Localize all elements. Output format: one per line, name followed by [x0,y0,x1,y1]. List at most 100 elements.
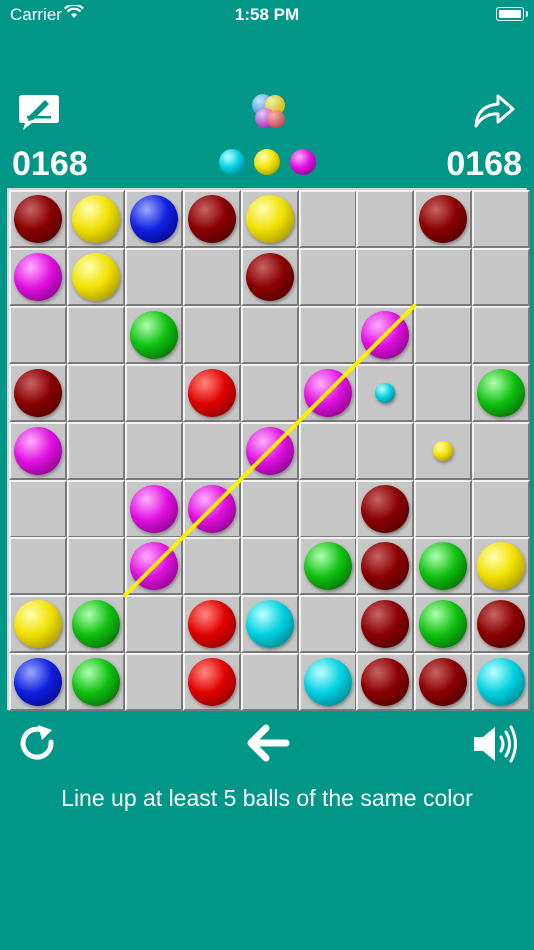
board-cell[interactable] [66,595,125,654]
darkred-ball[interactable] [245,252,294,301]
board-cell[interactable] [182,421,241,480]
board-cell[interactable] [356,247,415,306]
cyan-ball[interactable] [477,658,526,707]
board-cell[interactable] [298,305,357,364]
board-cell[interactable] [240,537,299,596]
board-cell[interactable] [472,595,531,654]
green-ball[interactable] [477,368,526,417]
board-cell[interactable] [66,363,125,422]
board-cell[interactable] [66,537,125,596]
green-ball[interactable] [303,542,352,591]
board-cell[interactable] [414,305,473,364]
blue-ball[interactable] [129,195,178,243]
board-cell[interactable] [66,247,125,306]
green-ball[interactable] [71,600,120,649]
magenta-ball[interactable] [361,310,410,359]
board-cell[interactable] [124,421,183,480]
board-cell[interactable] [472,421,531,480]
board-cell[interactable] [356,479,415,538]
board-cell[interactable] [298,247,357,306]
darkred-ball[interactable] [14,368,62,417]
board-cell[interactable] [124,305,183,364]
board-cell[interactable] [414,190,473,248]
cyan-ball[interactable] [245,600,294,649]
board-cell[interactable] [298,537,357,596]
board-cell[interactable] [182,247,241,306]
magenta-ball[interactable] [14,426,62,475]
board-cell[interactable] [472,479,531,538]
board-cell[interactable] [472,305,531,364]
red-ball[interactable] [187,600,236,649]
board-cell[interactable] [124,247,183,306]
board-cell[interactable] [182,305,241,364]
board-cell[interactable] [9,190,67,248]
board-cell[interactable] [182,595,241,654]
board-cell[interactable] [9,421,67,480]
yellow-ball[interactable] [71,252,120,301]
board-cell[interactable] [240,190,299,248]
green-ball[interactable] [419,542,468,591]
yellow-ball[interactable] [71,195,120,243]
board-cell[interactable] [9,595,67,654]
darkred-ball[interactable] [361,542,410,591]
blue-ball[interactable] [14,658,62,707]
board-cell[interactable] [66,479,125,538]
darkred-ball[interactable] [187,195,236,243]
magenta-ball[interactable] [129,542,178,591]
board-cell[interactable] [66,305,125,364]
darkred-ball[interactable] [361,600,410,649]
board-cell[interactable] [240,595,299,654]
board-cell[interactable] [356,595,415,654]
undo-arrow-icon[interactable] [246,724,290,762]
yellow-ball[interactable] [14,600,62,649]
red-ball[interactable] [187,368,236,417]
board-cell[interactable] [9,537,67,596]
board-cell[interactable] [414,595,473,654]
board-cell[interactable] [9,363,67,422]
magenta-ball[interactable] [303,368,352,417]
board-cell[interactable] [414,247,473,306]
board-cell[interactable] [356,190,415,248]
darkred-ball[interactable] [361,484,410,533]
board-cell[interactable] [472,653,531,712]
board-cell[interactable] [356,421,415,480]
board-cell[interactable] [66,421,125,480]
game-logo-icon[interactable] [248,92,290,134]
yellow-ball[interactable] [477,542,526,591]
board-cell[interactable] [414,653,473,712]
magenta-ball[interactable] [187,484,236,533]
board-cell[interactable] [240,479,299,538]
board-cell[interactable] [298,363,357,422]
cyan-ball[interactable] [303,658,352,707]
green-ball[interactable] [419,600,468,649]
board-cell[interactable] [9,247,67,306]
magenta-ball[interactable] [14,252,62,301]
board-cell[interactable] [182,190,241,248]
board-cell[interactable] [414,537,473,596]
board-cell[interactable] [240,247,299,306]
board-cell[interactable] [182,537,241,596]
board-cell[interactable] [9,479,67,538]
yellow-ball[interactable] [433,440,454,461]
darkred-ball[interactable] [419,195,468,243]
board-cell[interactable] [9,653,67,712]
green-ball[interactable] [71,658,120,707]
board-cell[interactable] [414,479,473,538]
board-cell[interactable] [472,537,531,596]
board-cell[interactable] [124,653,183,712]
board-cell[interactable] [356,537,415,596]
darkred-ball[interactable] [14,195,62,243]
board-cell[interactable] [472,363,531,422]
board-cell[interactable] [124,537,183,596]
board-cell[interactable] [356,305,415,364]
edit-icon[interactable] [18,92,60,132]
board-cell[interactable] [414,363,473,422]
yellow-ball[interactable] [245,195,294,243]
board-cell[interactable] [66,190,125,248]
board-cell[interactable] [240,363,299,422]
sound-icon[interactable] [472,722,520,766]
board-cell[interactable] [66,653,125,712]
board-cell[interactable] [356,653,415,712]
board-cell[interactable] [298,653,357,712]
restart-icon[interactable] [16,722,60,766]
